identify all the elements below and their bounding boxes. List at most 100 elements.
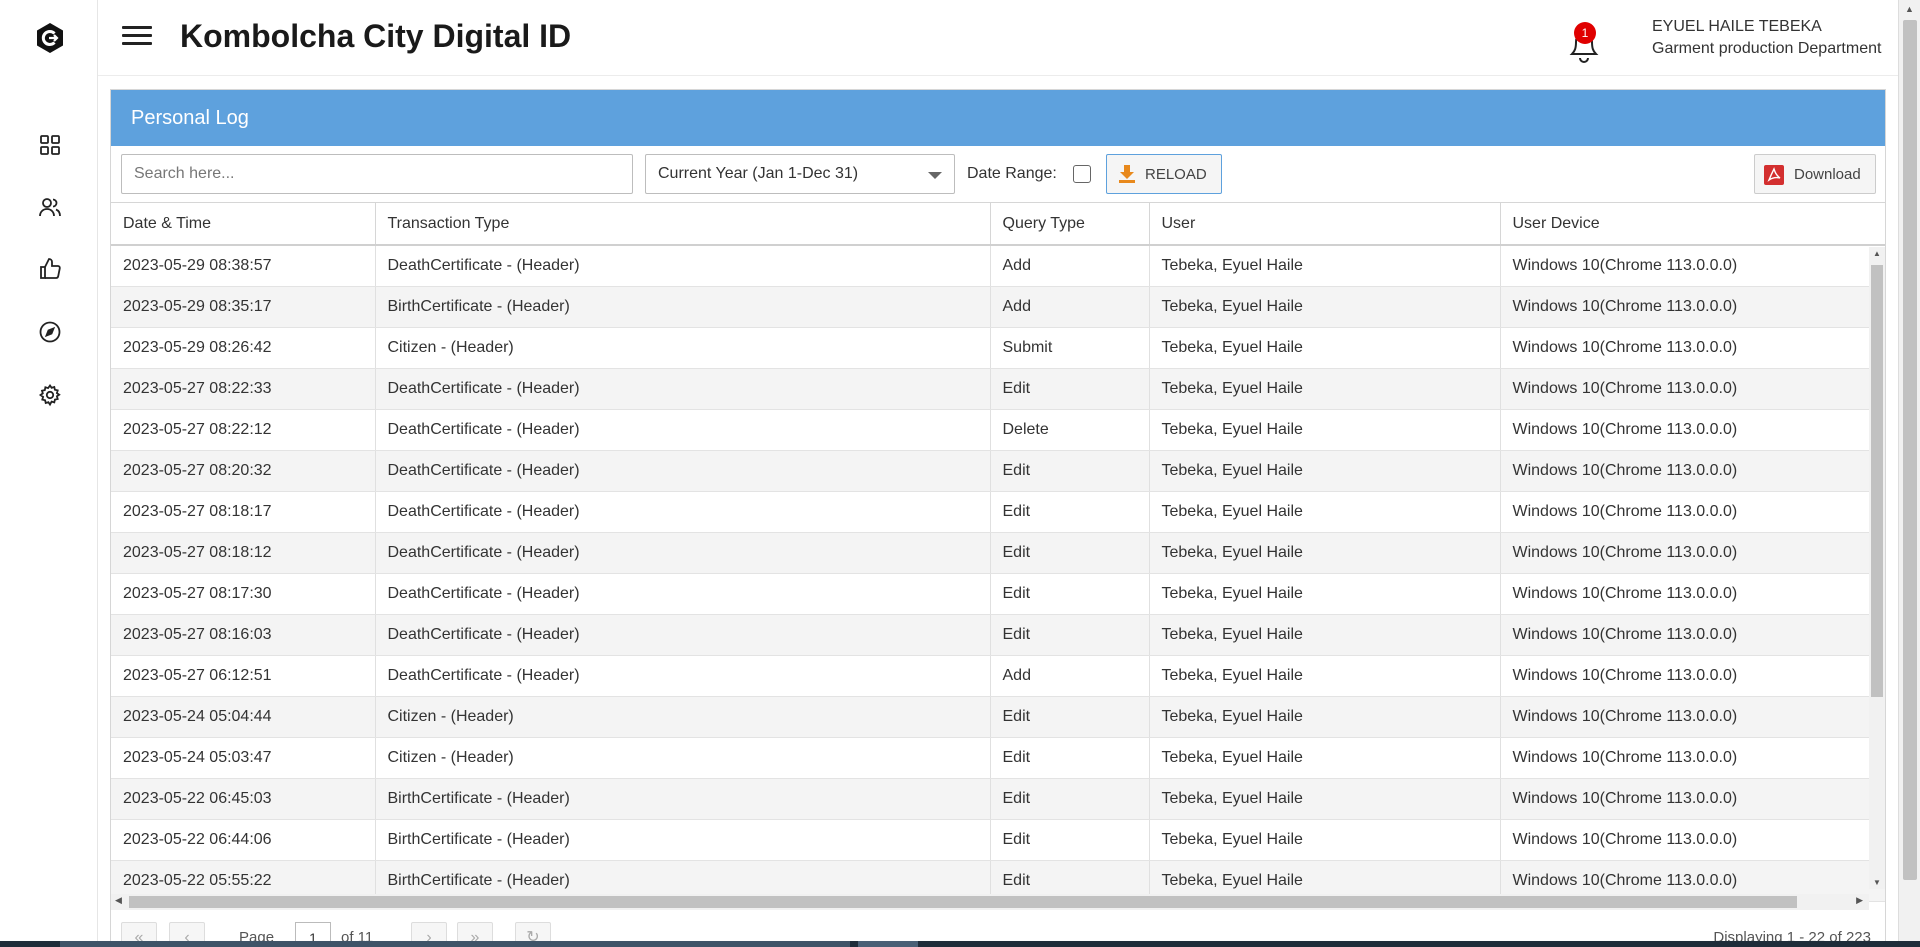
cell-user-device: Windows 10(Chrome 113.0.0.0): [1500, 778, 1885, 820]
period-select[interactable]: Current Year (Jan 1-Dec 31): [645, 154, 955, 194]
cell-date-time: 2023-05-27 08:17:30: [111, 573, 376, 615]
scroll-down-arrow-icon[interactable]: ▼: [1873, 878, 1881, 887]
cell-query-type: Edit: [990, 573, 1150, 615]
dashboard-icon[interactable]: [38, 133, 62, 157]
cell-transaction-type: BirthCertificate - (Header): [375, 819, 991, 861]
cell-user-device: Windows 10(Chrome 113.0.0.0): [1500, 532, 1885, 574]
cell-user-device: Windows 10(Chrome 113.0.0.0): [1500, 573, 1885, 615]
table-row[interactable]: 2023-05-24 05:04:44 Citizen - (Header) Edi…: [111, 696, 1885, 738]
table-row[interactable]: 2023-05-22 06:44:06 BirthCertificate - (H…: [111, 819, 1885, 861]
scrollbar-thumb[interactable]: [1871, 265, 1883, 697]
cell-query-type: Edit: [990, 696, 1150, 738]
personal-log-panel: Personal Log Current Year (Jan 1-Dec 31)…: [110, 89, 1886, 947]
thumbs-up-icon[interactable]: [38, 257, 62, 281]
scrollbar-thumb[interactable]: [1903, 20, 1917, 880]
table-row[interactable]: 2023-05-27 08:17:30 DeathCertificate - (H…: [111, 573, 1885, 615]
table-row[interactable]: 2023-05-29 08:38:57 DeathCertificate - (H…: [111, 245, 1885, 287]
cell-date-time: 2023-05-27 08:22:12: [111, 409, 376, 451]
cell-user: Tebeka, Eyuel Haile: [1149, 819, 1501, 861]
cell-date-time: 2023-05-27 08:22:33: [111, 368, 376, 410]
cell-date-time: 2023-05-22 06:45:03: [111, 778, 376, 820]
cell-transaction-type: BirthCertificate - (Header): [375, 778, 991, 820]
cell-user: Tebeka, Eyuel Haile: [1149, 286, 1501, 328]
log-table: Date & Time Transaction Type Query Type …: [111, 202, 1885, 902]
top-header: Kombolcha City Digital ID 1 EYUEL HAILE …: [98, 0, 1898, 76]
cell-date-time: 2023-05-27 08:16:03: [111, 614, 376, 656]
scroll-up-arrow-icon[interactable]: ▲: [1873, 249, 1881, 258]
taskbar-item[interactable]: [858, 941, 918, 947]
cell-transaction-type: Citizen - (Header): [375, 327, 991, 369]
table-row[interactable]: 2023-05-22 06:45:03 BirthCertificate - (H…: [111, 778, 1885, 820]
compass-icon[interactable]: [38, 320, 62, 344]
cell-date-time: 2023-05-29 08:26:42: [111, 327, 376, 369]
cell-query-type: Edit: [990, 819, 1150, 861]
cell-transaction-type: DeathCertificate - (Header): [375, 573, 991, 615]
table-row[interactable]: 2023-05-29 08:35:17 BirthCertificate - (H…: [111, 286, 1885, 328]
cell-user-device: Windows 10(Chrome 113.0.0.0): [1500, 327, 1885, 369]
table-row[interactable]: 2023-05-27 08:22:33 DeathCertificate - (H…: [111, 368, 1885, 410]
date-range-checkbox[interactable]: [1073, 165, 1091, 183]
column-header-user[interactable]: User: [1149, 203, 1501, 246]
cell-user-device: Windows 10(Chrome 113.0.0.0): [1500, 614, 1885, 656]
table-row[interactable]: 2023-05-27 08:16:03 DeathCertificate - (H…: [111, 614, 1885, 656]
table-vertical-scrollbar[interactable]: ▲ ▼: [1869, 247, 1885, 889]
column-header-query-type[interactable]: Query Type: [990, 203, 1150, 246]
gear-icon[interactable]: [38, 383, 62, 407]
table-row[interactable]: 2023-05-27 08:22:12 DeathCertificate - (H…: [111, 409, 1885, 451]
notification-badge[interactable]: 1: [1574, 22, 1596, 44]
cell-user: Tebeka, Eyuel Haile: [1149, 655, 1501, 697]
column-header-user-device[interactable]: User Device: [1500, 203, 1885, 246]
cell-user: Tebeka, Eyuel Haile: [1149, 696, 1501, 738]
column-header-date-time[interactable]: Date & Time: [111, 203, 376, 246]
cell-user: Tebeka, Eyuel Haile: [1149, 245, 1501, 287]
scroll-left-arrow-icon[interactable]: ◀: [115, 895, 122, 906]
scroll-right-arrow-icon[interactable]: ▶: [1856, 895, 1863, 906]
cell-query-type: Add: [990, 245, 1150, 287]
cell-user-device: Windows 10(Chrome 113.0.0.0): [1500, 409, 1885, 451]
cell-transaction-type: DeathCertificate - (Header): [375, 614, 991, 656]
cell-query-type: Delete: [990, 409, 1150, 451]
cell-transaction-type: DeathCertificate - (Header): [375, 655, 991, 697]
cell-user-device: Windows 10(Chrome 113.0.0.0): [1500, 737, 1885, 779]
table-horizontal-scrollbar[interactable]: ◀ ▶: [111, 894, 1869, 910]
cell-transaction-type: DeathCertificate - (Header): [375, 491, 991, 533]
cell-transaction-type: Citizen - (Header): [375, 696, 991, 738]
column-header-transaction-type[interactable]: Transaction Type: [375, 203, 991, 246]
cell-user: Tebeka, Eyuel Haile: [1149, 491, 1501, 533]
menu-toggle-button[interactable]: [122, 22, 152, 52]
users-icon[interactable]: [38, 195, 62, 219]
table-row[interactable]: 2023-05-27 08:20:32 DeathCertificate - (H…: [111, 450, 1885, 492]
table-row[interactable]: 2023-05-29 08:26:42 Citizen - (Header) Sub…: [111, 327, 1885, 369]
cell-user: Tebeka, Eyuel Haile: [1149, 450, 1501, 492]
page-scrollbar[interactable]: ▲: [1898, 0, 1920, 947]
taskbar-item[interactable]: [60, 941, 850, 947]
cell-date-time: 2023-05-29 08:35:17: [111, 286, 376, 328]
cell-query-type: Edit: [990, 491, 1150, 533]
scrollbar-thumb[interactable]: [129, 896, 1797, 908]
table-row[interactable]: 2023-05-24 05:03:47 Citizen - (Header) Edi…: [111, 737, 1885, 779]
hamburger-line: [122, 26, 152, 29]
table-row[interactable]: 2023-05-27 06:12:51 DeathCertificate - (H…: [111, 655, 1885, 697]
table-row[interactable]: 2023-05-27 08:18:17 DeathCertificate - (H…: [111, 491, 1885, 533]
download-button[interactable]: Download: [1754, 154, 1876, 194]
user-name[interactable]: EYUEL HAILE TEBEKA: [1652, 18, 1822, 36]
search-input[interactable]: [121, 154, 633, 194]
download-arrow-icon: [1119, 165, 1135, 183]
scroll-up-arrow-icon[interactable]: ▲: [1905, 4, 1914, 14]
cell-query-type: Edit: [990, 450, 1150, 492]
cell-query-type: Add: [990, 655, 1150, 697]
cell-query-type: Add: [990, 286, 1150, 328]
table-row[interactable]: 2023-05-27 08:18:12 DeathCertificate - (H…: [111, 532, 1885, 574]
cell-transaction-type: BirthCertificate - (Header): [375, 286, 991, 328]
cell-user: Tebeka, Eyuel Haile: [1149, 778, 1501, 820]
panel-title: Personal Log: [111, 90, 1885, 146]
cell-user: Tebeka, Eyuel Haile: [1149, 409, 1501, 451]
user-department: Garment production Department: [1652, 40, 1882, 57]
cell-transaction-type: DeathCertificate - (Header): [375, 409, 991, 451]
cell-user: Tebeka, Eyuel Haile: [1149, 573, 1501, 615]
cell-user: Tebeka, Eyuel Haile: [1149, 737, 1501, 779]
app-logo[interactable]: [34, 22, 66, 54]
cell-user-device: Windows 10(Chrome 113.0.0.0): [1500, 491, 1885, 533]
cell-transaction-type: DeathCertificate - (Header): [375, 245, 991, 287]
reload-button[interactable]: RELOAD: [1106, 154, 1222, 194]
